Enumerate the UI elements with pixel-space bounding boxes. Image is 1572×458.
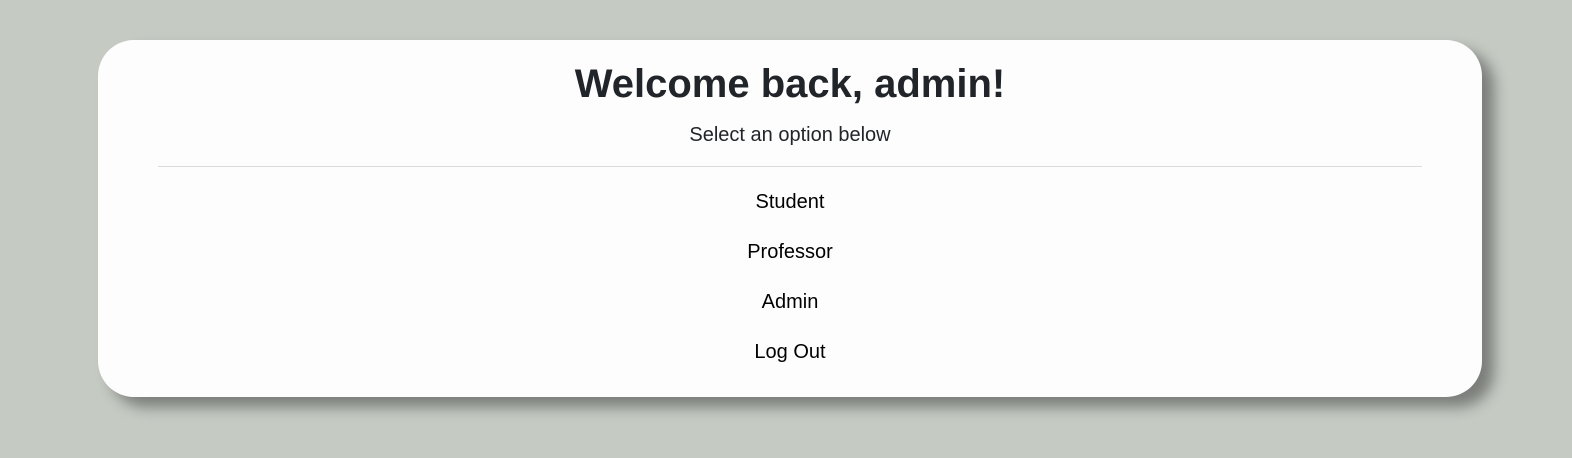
welcome-card: Welcome back, admin! Select an option be… xyxy=(98,40,1482,397)
options-menu: Student Professor Admin Log Out xyxy=(98,190,1482,390)
page-subtitle: Select an option below xyxy=(689,124,891,146)
menu-item-professor: Professor xyxy=(98,240,1482,290)
menu-item-student: Student xyxy=(98,190,1482,240)
page-title: Welcome back, admin! xyxy=(574,62,1006,106)
admin-link[interactable]: Admin xyxy=(762,290,819,314)
menu-item-log-out: Log Out xyxy=(98,340,1482,390)
professor-link[interactable]: Professor xyxy=(747,240,833,264)
log-out-link[interactable]: Log Out xyxy=(754,340,825,364)
menu-item-admin: Admin xyxy=(98,290,1482,340)
student-link[interactable]: Student xyxy=(756,190,825,214)
divider xyxy=(158,166,1422,167)
